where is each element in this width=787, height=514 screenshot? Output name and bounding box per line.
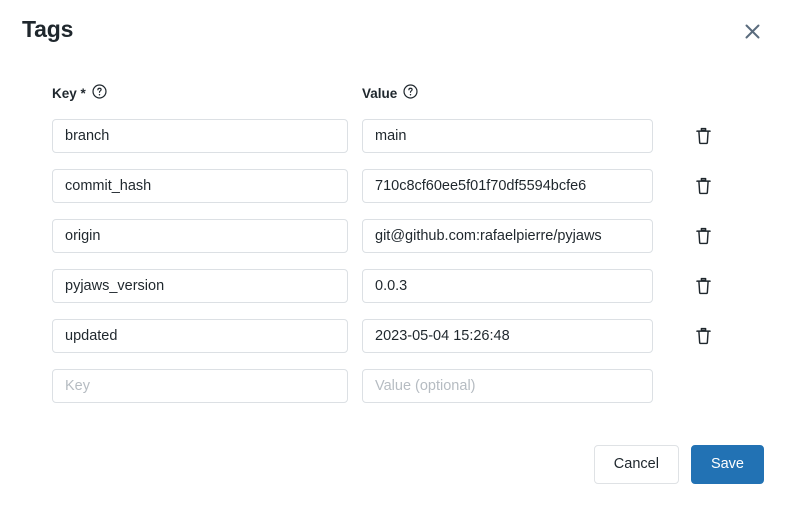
- value-input[interactable]: [362, 219, 653, 253]
- trash-icon: [695, 277, 712, 296]
- key-column-header: Key *: [52, 84, 107, 102]
- value-input[interactable]: [362, 319, 653, 353]
- page-title: Tags: [22, 16, 74, 42]
- tags-dialog: Tags Key * Value branch main commit_hash…: [0, 0, 787, 514]
- table-row: [0, 319, 787, 369]
- table-row: [0, 219, 787, 269]
- value-input[interactable]: [362, 369, 653, 403]
- key-input[interactable]: [52, 219, 348, 253]
- key-input[interactable]: [52, 169, 348, 203]
- save-button[interactable]: Save: [690, 445, 764, 484]
- column-headers: Key * Value: [52, 84, 752, 104]
- delete-row-button[interactable]: [688, 321, 718, 351]
- key-input[interactable]: [52, 119, 348, 153]
- key-input[interactable]: [52, 369, 348, 403]
- trash-icon: [695, 327, 712, 346]
- table-row: [0, 369, 787, 419]
- table-row: [0, 169, 787, 219]
- close-icon: [743, 22, 762, 41]
- help-circle-icon[interactable]: [92, 84, 107, 102]
- value-input[interactable]: [362, 119, 653, 153]
- key-input[interactable]: [52, 269, 348, 303]
- delete-row-button[interactable]: [688, 121, 718, 151]
- delete-row-button[interactable]: [688, 221, 718, 251]
- trash-icon: [695, 127, 712, 146]
- dialog-footer: Cancel Save: [593, 445, 764, 484]
- value-input[interactable]: [362, 269, 653, 303]
- trash-icon: [695, 177, 712, 196]
- delete-row-button[interactable]: [688, 271, 718, 301]
- value-input[interactable]: [362, 169, 653, 203]
- close-button[interactable]: [739, 18, 765, 44]
- cancel-button[interactable]: Cancel: [593, 445, 679, 484]
- delete-row-button[interactable]: [688, 171, 718, 201]
- table-row: [0, 269, 787, 319]
- value-column-label: Value: [362, 85, 398, 101]
- tag-rows: [0, 119, 787, 419]
- value-column-header: Value: [362, 84, 418, 102]
- help-circle-icon[interactable]: [403, 84, 418, 102]
- trash-icon: [695, 227, 712, 246]
- key-column-label: Key *: [52, 85, 86, 101]
- key-input[interactable]: [52, 319, 348, 353]
- table-row: [0, 119, 787, 169]
